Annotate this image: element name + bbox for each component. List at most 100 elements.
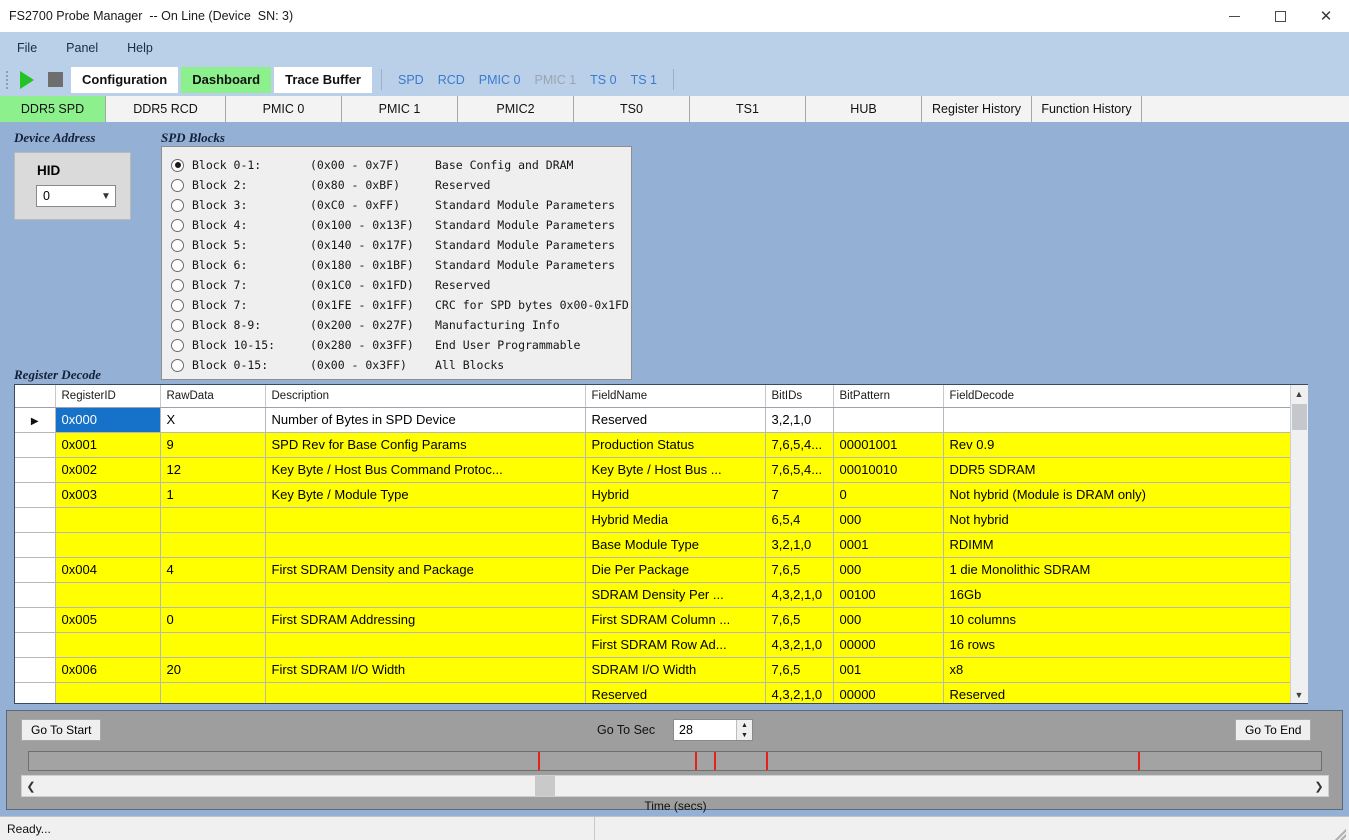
spd-block-option-5[interactable]: Block 6: (0x180 - 0x1BF) Standard Module P… (171, 255, 615, 275)
cell-rawdata[interactable]: 9 (160, 432, 266, 458)
maximize-button[interactable] (1257, 0, 1303, 32)
cell-fielddecode[interactable]: Not hybrid (943, 507, 1290, 533)
resize-grip-icon[interactable] (1332, 826, 1346, 840)
cell-bitids[interactable]: 4,3,2,1,0 (765, 632, 834, 658)
tab-register-history[interactable]: Register History (922, 96, 1032, 122)
cell-fielddecode[interactable]: 10 columns (943, 607, 1290, 633)
column-header-registerid[interactable]: RegisterID (55, 385, 161, 408)
scroll-left-icon[interactable]: ❮ (22, 776, 40, 796)
cell-bitpattern[interactable]: 000 (833, 507, 944, 533)
cell-fielddecode[interactable]: Reserved (943, 682, 1290, 703)
scrollbar-thumb[interactable] (1291, 404, 1307, 430)
cell-fielddecode[interactable]: 1 die Monolithic SDRAM (943, 557, 1290, 583)
cell-rawdata[interactable]: X (160, 407, 266, 433)
cell-bitpattern[interactable]: 00100 (833, 582, 944, 608)
cell-fielddecode[interactable]: RDIMM (943, 532, 1290, 558)
spinner-up-icon[interactable]: ▲ (737, 720, 752, 730)
cell-rawdata[interactable]: 12 (160, 457, 266, 483)
cell-fielddecode[interactable]: 16Gb (943, 582, 1290, 608)
go-to-sec-value[interactable]: 28 (674, 723, 693, 737)
cell-bitids[interactable]: 3,2,1,0 (765, 532, 834, 558)
cell-fieldname[interactable]: Die Per Package (585, 557, 766, 583)
tab-ddr5-spd[interactable]: DDR5 SPD (0, 96, 106, 122)
cell-rawdata[interactable]: 0 (160, 607, 266, 633)
trace-timeline[interactable] (28, 751, 1322, 771)
tab-ts0[interactable]: TS0 (574, 96, 690, 122)
minimize-button[interactable] (1211, 0, 1257, 32)
table-row[interactable]: First SDRAM Row Ad... 4,3,2,1,0 00000 16… (15, 632, 1290, 658)
toolbar-link-ts-1[interactable]: TS 1 (624, 67, 664, 93)
spd-block-option-0[interactable]: Block 0-1: (0x00 - 0x7F) Base Config and D… (171, 155, 573, 175)
table-row[interactable]: 0x002 12 Key Byte / Host Bus Command Pro… (15, 457, 1290, 483)
toolbar-button-configuration[interactable]: Configuration (71, 66, 179, 93)
column-header-rawdata[interactable]: RawData (160, 385, 266, 408)
go-to-sec-stepper[interactable]: 28 ▲ ▼ (673, 719, 753, 741)
spd-block-option-8[interactable]: Block 8-9: (0x200 - 0x27F) Manufacturing I… (171, 315, 560, 335)
tab-pmic2[interactable]: PMIC2 (458, 96, 574, 122)
cell-bitpattern[interactable]: 00000 (833, 682, 944, 703)
cell-description[interactable] (265, 582, 586, 608)
cell-fielddecode[interactable]: Rev 0.9 (943, 432, 1290, 458)
cell-description[interactable]: First SDRAM Density and Package (265, 557, 586, 583)
spd-block-option-7[interactable]: Block 7: (0x1FE - 0x1FF) CRC for SPD bytes… (171, 295, 629, 315)
cell-registerid[interactable] (55, 507, 161, 533)
cell-bitpattern[interactable]: 000 (833, 557, 944, 583)
toolbar-link-ts-0[interactable]: TS 0 (583, 67, 623, 93)
column-header-fieldname[interactable]: FieldName (585, 385, 766, 408)
stop-button[interactable] (42, 67, 68, 93)
cell-rawdata[interactable]: 1 (160, 482, 266, 508)
cell-bitids[interactable]: 4,3,2,1,0 (765, 682, 834, 703)
go-to-start-button[interactable]: Go To Start (21, 719, 102, 741)
cell-bitpattern[interactable] (833, 407, 944, 433)
table-row[interactable]: 0x005 0 First SDRAM Addressing First SDR… (15, 607, 1290, 633)
cell-bitids[interactable]: 7,6,5,4... (765, 457, 834, 483)
cell-fieldname[interactable]: Production Status (585, 432, 766, 458)
cell-registerid[interactable] (55, 632, 161, 658)
spd-block-option-2[interactable]: Block 3: (0xC0 - 0xFF) Standard Module Par… (171, 195, 615, 215)
cell-bitpattern[interactable]: 001 (833, 657, 944, 683)
cell-rawdata[interactable] (160, 632, 266, 658)
cell-description[interactable]: First SDRAM I/O Width (265, 657, 586, 683)
scrollbar-track[interactable] (1290, 402, 1308, 686)
cell-bitids[interactable]: 7,6,5,4... (765, 432, 834, 458)
cell-description[interactable]: Number of Bytes in SPD Device (265, 407, 586, 433)
cell-rawdata[interactable] (160, 582, 266, 608)
cell-fieldname[interactable]: First SDRAM Column ... (585, 607, 766, 633)
toolbar-link-pmic-0[interactable]: PMIC 0 (472, 67, 528, 93)
table-row[interactable]: ▶ 0x000 X Number of Bytes in SPD Device … (15, 407, 1290, 433)
table-row[interactable]: 0x003 1 Key Byte / Module Type Hybrid 7 … (15, 482, 1290, 508)
cell-description[interactable]: Key Byte / Module Type (265, 482, 586, 508)
menu-item-help[interactable]: Help (115, 38, 165, 58)
cell-bitpattern[interactable]: 0 (833, 482, 944, 508)
cell-bitids[interactable]: 3,2,1,0 (765, 407, 834, 433)
trace-scrollbar-track[interactable] (40, 776, 1310, 796)
toolbar-gripper[interactable] (3, 69, 11, 91)
scroll-right-icon[interactable]: ❯ (1310, 776, 1328, 796)
scroll-down-icon[interactable]: ▼ (1290, 686, 1308, 703)
cell-fieldname[interactable]: Reserved (585, 682, 766, 703)
cell-fieldname[interactable]: SDRAM I/O Width (585, 657, 766, 683)
toolbar-button-trace-buffer[interactable]: Trace Buffer (274, 66, 372, 93)
cell-registerid[interactable]: 0x006 (55, 657, 161, 683)
tab-pmic-0[interactable]: PMIC 0 (226, 96, 342, 122)
tab-ddr5-rcd[interactable]: DDR5 RCD (106, 96, 226, 122)
cell-bitids[interactable]: 4,3,2,1,0 (765, 582, 834, 608)
table-row[interactable]: Base Module Type 3,2,1,0 0001 RDIMM (15, 532, 1290, 558)
spd-block-option-1[interactable]: Block 2: (0x80 - 0xBF) Reserved (171, 175, 490, 195)
cell-fielddecode[interactable]: 16 rows (943, 632, 1290, 658)
spinner-down-icon[interactable]: ▼ (737, 730, 752, 740)
close-button[interactable]: ✕ (1303, 0, 1349, 32)
cell-fieldname[interactable]: Key Byte / Host Bus ... (585, 457, 766, 483)
cell-registerid[interactable]: 0x003 (55, 482, 161, 508)
table-row[interactable]: 0x004 4 First SDRAM Density and Package … (15, 557, 1290, 583)
tab-function-history[interactable]: Function History (1032, 96, 1142, 122)
cell-registerid[interactable] (55, 682, 161, 703)
menu-item-file[interactable]: File (5, 38, 49, 58)
cell-bitpattern[interactable]: 000 (833, 607, 944, 633)
column-header-marker[interactable] (15, 385, 56, 408)
cell-registerid[interactable] (55, 532, 161, 558)
table-row[interactable]: Hybrid Media 6,5,4 000 Not hybrid (15, 507, 1290, 533)
column-header-description[interactable]: Description (265, 385, 586, 408)
spd-block-option-9[interactable]: Block 10-15: (0x280 - 0x3FF) End User Prog… (171, 335, 580, 355)
spd-block-option-6[interactable]: Block 7: (0x1C0 - 0x1FD) Reserved (171, 275, 490, 295)
